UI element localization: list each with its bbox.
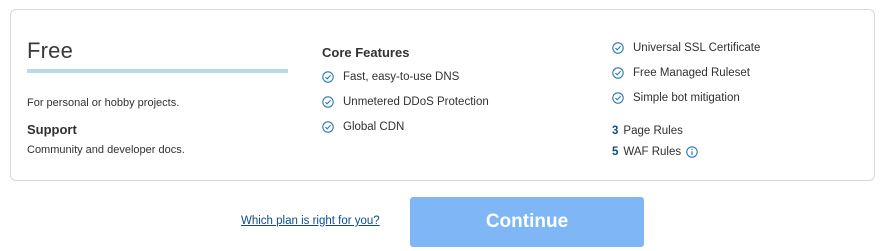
check-circle-icon: [322, 71, 334, 83]
page-rules: 3 Page Rules: [612, 125, 683, 137]
feature-item: Global CDN: [322, 121, 404, 133]
feature-item: Unmetered DDoS Protection: [322, 96, 489, 108]
page-rules-label: Page Rules: [623, 125, 683, 137]
feature-label: Global CDN: [343, 121, 405, 133]
feature-label: Universal SSL Certificate: [633, 42, 761, 54]
check-circle-icon: [322, 96, 334, 108]
support-description: Community and developer docs.: [27, 144, 185, 156]
feature-label: Unmetered DDoS Protection: [343, 96, 489, 108]
plan-name-underline: [27, 69, 288, 73]
info-icon[interactable]: [686, 146, 698, 158]
continue-button[interactable]: Continue: [410, 197, 644, 247]
check-circle-icon: [612, 67, 624, 79]
plan-description: For personal or hobby projects.: [27, 97, 180, 109]
waf-rules-count: 5: [612, 146, 619, 158]
page-rules-count: 3: [612, 125, 619, 137]
feature-item: Simple bot mitigation: [612, 92, 740, 104]
waf-rules: 5 WAF Rules: [612, 146, 698, 158]
core-features-title: Core Features: [322, 45, 410, 60]
plan-help-link[interactable]: Which plan is right for you?: [241, 215, 380, 227]
plan-name: Free: [27, 38, 74, 63]
feature-item: Universal SSL Certificate: [612, 42, 760, 54]
plan-card: Free For personal or hobby projects. Sup…: [10, 9, 875, 181]
feature-label: Free Managed Ruleset: [633, 67, 750, 79]
check-circle-icon: [612, 92, 624, 104]
feature-label: Fast, easy-to-use DNS: [343, 71, 460, 83]
feature-item: Fast, easy-to-use DNS: [322, 71, 459, 83]
waf-rules-label: WAF Rules: [623, 146, 682, 158]
support-title: Support: [27, 122, 77, 137]
check-circle-icon: [612, 42, 624, 54]
check-circle-icon: [322, 121, 334, 133]
feature-label: Simple bot mitigation: [633, 92, 740, 104]
feature-item: Free Managed Ruleset: [612, 67, 750, 79]
